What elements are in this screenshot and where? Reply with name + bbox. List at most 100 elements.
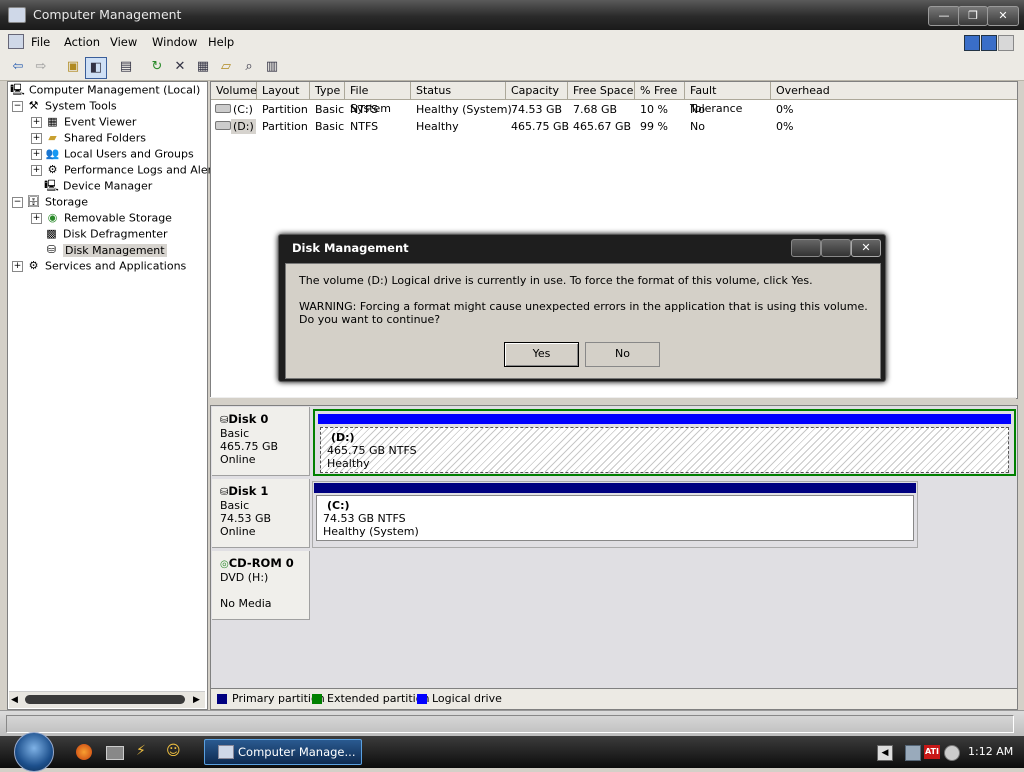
forward-arrow-icon[interactable]: ⇨ bbox=[31, 57, 51, 77]
expand-icon[interactable]: + bbox=[31, 148, 42, 160]
partition-c-box[interactable]: (C:) 74.53 GB NTFS Healthy (System) bbox=[316, 495, 914, 541]
network-icon[interactable] bbox=[905, 745, 921, 761]
dialog-message: The volume (D:) Logical drive is current… bbox=[299, 274, 813, 287]
child-close-button[interactable] bbox=[998, 35, 1014, 51]
delete-icon[interactable]: ✕ bbox=[170, 57, 190, 77]
close-button[interactable]: ✕ bbox=[987, 6, 1019, 26]
tree-shared-folders[interactable]: + ▰ Shared Folders bbox=[31, 131, 146, 145]
cell-free-space: 7.68 GB bbox=[573, 103, 618, 116]
cell-layout: Partition bbox=[262, 103, 308, 116]
clock[interactable]: 1:12 AM bbox=[968, 745, 1013, 758]
tree-root[interactable]: 🖳 Computer Management (Local) bbox=[10, 83, 200, 97]
back-arrow-icon[interactable]: ⇦ bbox=[8, 57, 28, 77]
col-overhead[interactable]: Overhead bbox=[771, 82, 1017, 100]
extended-partition-d[interactable]: (D:) 465.75 GB NTFS Healthy bbox=[313, 409, 1016, 476]
legend-label: Primary partition bbox=[232, 692, 325, 705]
ati-icon[interactable]: ATI bbox=[924, 745, 940, 759]
window-title-bar[interactable]: Computer Management — ❐ ✕ bbox=[0, 0, 1024, 30]
col-free-space[interactable]: Free Space bbox=[568, 82, 635, 100]
cell-volume: (D:) bbox=[231, 119, 256, 134]
drive-icon bbox=[215, 104, 231, 113]
help-topics-icon[interactable]: ▥ bbox=[262, 57, 282, 77]
system-menu-icon[interactable] bbox=[8, 34, 24, 49]
tree-device-manager[interactable]: 🖳 Device Manager bbox=[44, 179, 152, 193]
menu-view[interactable]: View bbox=[110, 35, 137, 49]
child-minimize-button[interactable] bbox=[964, 35, 980, 51]
start-button[interactable] bbox=[14, 732, 54, 772]
primary-partition-c[interactable]: (C:) 74.53 GB NTFS Healthy (System) bbox=[312, 481, 918, 548]
scroll-left-icon[interactable]: ◀ bbox=[11, 695, 18, 705]
refresh-icon[interactable]: ↻ bbox=[147, 57, 167, 77]
tree-system-tools[interactable]: − ⚒ System Tools bbox=[12, 99, 117, 113]
tree-disk-management[interactable]: ⛁ Disk Management bbox=[44, 243, 167, 257]
cell-free-space: 465.67 GB bbox=[573, 120, 632, 133]
up-folder-icon[interactable]: ▣ bbox=[63, 57, 83, 77]
winamp-icon[interactable]: ⚡ bbox=[136, 743, 146, 759]
cell-layout: Partition bbox=[262, 120, 308, 133]
expand-icon[interactable]: + bbox=[12, 260, 23, 272]
show-hide-tree-icon[interactable]: ◧ bbox=[85, 57, 107, 79]
tree-event-viewer[interactable]: + ▦ Event Viewer bbox=[31, 115, 136, 129]
cell-file-system: NTFS bbox=[350, 120, 379, 133]
properties-icon[interactable]: ▤ bbox=[116, 57, 136, 77]
col-capacity[interactable]: Capacity bbox=[506, 82, 568, 100]
menu-window[interactable]: Window bbox=[152, 35, 197, 49]
col-fault-tolerance[interactable]: Fault Tolerance bbox=[685, 82, 771, 115]
expand-icon[interactable]: + bbox=[31, 132, 42, 144]
tree-services[interactable]: + ⚙ Services and Applications bbox=[12, 259, 186, 273]
export-list-icon[interactable]: ▦ bbox=[193, 57, 213, 77]
tree-local-users[interactable]: + 👥 Local Users and Groups bbox=[31, 147, 194, 161]
open-folder-icon[interactable]: ▱ bbox=[216, 57, 236, 77]
firefox-icon[interactable] bbox=[76, 744, 92, 760]
dialog-close-button[interactable]: ✕ bbox=[851, 239, 881, 257]
computer-management-icon bbox=[218, 745, 234, 759]
dialog-minimize-button[interactable] bbox=[791, 239, 821, 257]
scroll-right-icon[interactable]: ▶ bbox=[193, 695, 200, 705]
cell-capacity: 74.53 GB bbox=[511, 103, 563, 116]
yes-button[interactable]: Yes bbox=[504, 342, 579, 367]
taskbar-item-computer-management[interactable]: Computer Manage... bbox=[204, 739, 362, 765]
col-volume[interactable]: Volume bbox=[211, 82, 257, 100]
tree-perf-logs[interactable]: + ⚙ Performance Logs and Alerts bbox=[31, 163, 222, 177]
collapse-icon[interactable]: − bbox=[12, 196, 23, 208]
maximize-button[interactable]: ❐ bbox=[958, 6, 988, 26]
cdrom-0-info[interactable]: ◎CD-ROM 0 DVD (H:) No Media bbox=[212, 551, 310, 620]
menu-file[interactable]: File bbox=[31, 35, 50, 49]
expand-icon[interactable]: + bbox=[31, 212, 42, 224]
collapse-icon[interactable]: − bbox=[12, 100, 23, 112]
cd-drive-icon: ◎ bbox=[220, 559, 229, 570]
tree-storage[interactable]: − 🗄 Storage bbox=[12, 195, 88, 209]
col-status[interactable]: Status bbox=[411, 82, 506, 100]
col-type[interactable]: Type bbox=[310, 82, 345, 100]
no-button[interactable]: No bbox=[585, 342, 660, 367]
tree-horizontal-scrollbar[interactable]: ◀ ▶ bbox=[9, 691, 205, 708]
disk-1-info[interactable]: ⛁Disk 1 Basic 74.53 GB Online bbox=[212, 479, 310, 548]
scrollbar-thumb[interactable] bbox=[25, 695, 185, 704]
menu-action[interactable]: Action bbox=[64, 35, 100, 49]
disk-state: Online bbox=[220, 453, 256, 466]
search-icon[interactable]: ⌕ bbox=[239, 57, 259, 77]
col-percent-free[interactable]: % Free bbox=[635, 82, 685, 100]
expand-icon[interactable]: + bbox=[31, 164, 42, 176]
tray-expand-icon[interactable]: ◀ bbox=[877, 745, 893, 761]
table-row[interactable]: (C:) Partition Basic NTFS Healthy (Syste… bbox=[211, 101, 1017, 118]
computer-management-icon bbox=[8, 7, 26, 23]
volume-icon[interactable] bbox=[944, 745, 960, 761]
partition-d-box[interactable]: (D:) 465.75 GB NTFS Healthy bbox=[320, 427, 1009, 473]
show-desktop-icon[interactable] bbox=[106, 746, 124, 760]
messenger-icon[interactable]: ☺ bbox=[166, 743, 181, 759]
dialog-warning: WARNING: Forcing a format might cause un… bbox=[299, 300, 868, 326]
minimize-button[interactable]: — bbox=[928, 6, 960, 26]
tree-disk-defrag[interactable]: ▩ Disk Defragmenter bbox=[44, 227, 167, 241]
partition-status: Healthy bbox=[327, 457, 370, 470]
expand-icon[interactable]: + bbox=[31, 116, 42, 128]
child-restore-button[interactable] bbox=[981, 35, 997, 51]
col-layout[interactable]: Layout bbox=[257, 82, 310, 100]
dialog-maximize-button[interactable] bbox=[821, 239, 851, 257]
tree-removable-storage[interactable]: + ◉ Removable Storage bbox=[31, 211, 172, 225]
menu-help[interactable]: Help bbox=[208, 35, 234, 49]
col-file-system[interactable]: File System bbox=[345, 82, 411, 115]
computer-icon: 🖳 bbox=[10, 83, 25, 96]
table-row[interactable]: (D:) Partition Basic NTFS Healthy 465.75… bbox=[211, 118, 1017, 135]
disk-0-info[interactable]: ⛁Disk 0 Basic 465.75 GB Online bbox=[212, 407, 310, 476]
